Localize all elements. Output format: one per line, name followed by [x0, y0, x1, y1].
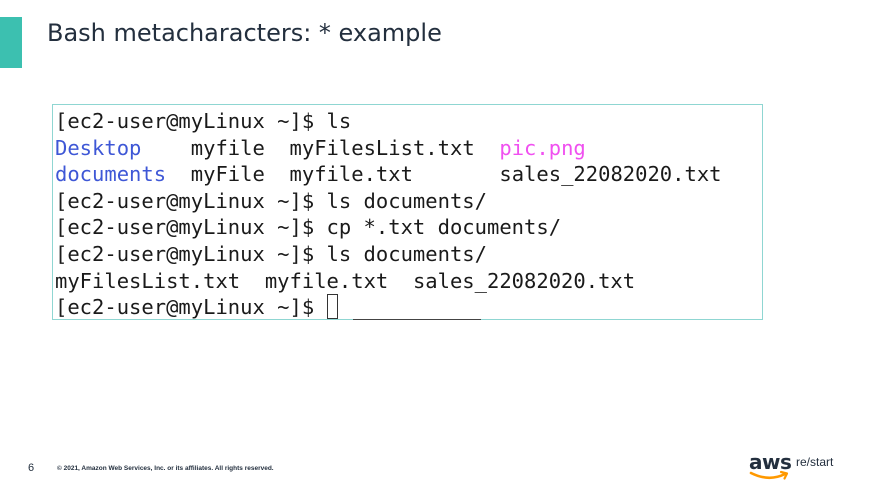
file-entry: myFilesList.txt — [289, 135, 475, 160]
shell-prompt: [ec2-user@myLinux ~]$ — [55, 188, 327, 213]
command-text: ls documents/ — [326, 241, 487, 266]
aws-restart-logo: aws re/start — [749, 450, 849, 484]
terminal-window[interactable]: [ec2-user@myLinux ~]$ ls Desktop myfile … — [52, 104, 763, 320]
title-accent-bar — [0, 17, 22, 68]
terminal-line: [ec2-user@myLinux ~]$ ls — [55, 108, 762, 135]
docs-output-row: myFilesList.txt myfile.txt sales_2208202… — [55, 268, 762, 295]
terminal-line: [ec2-user@myLinux ~]$ cp *.txt documents… — [55, 214, 762, 241]
directory-entry: Desktop — [55, 135, 142, 160]
shell-prompt: [ec2-user@myLinux ~]$ — [55, 295, 327, 320]
shell-prompt: [ec2-user@myLinux ~]$ — [55, 241, 327, 266]
image-file-entry: pic.png — [499, 135, 586, 160]
file-entry: sales_22082020.txt — [412, 268, 636, 293]
command-text: cp *.txt documents/ — [326, 215, 562, 240]
file-entry: myfile.txt — [289, 162, 413, 187]
copyright-notice: © 2021, Amazon Web Services, Inc. or its… — [57, 465, 274, 472]
directory-entry: documents — [55, 162, 167, 187]
shell-prompt: [ec2-user@myLinux ~]$ — [55, 215, 327, 240]
ls-output-row: documents myFile myfile.txt sales_220820… — [55, 161, 762, 188]
terminal-line: [ec2-user@myLinux ~]$ ls documents/ — [55, 241, 762, 268]
shell-prompt: [ec2-user@myLinux ~]$ — [55, 109, 327, 133]
file-entry: myFilesList.txt — [55, 268, 241, 293]
file-entry: myfile — [190, 135, 265, 160]
ls-output-row: Desktop myfile myFilesList.txt pic.png — [55, 135, 762, 162]
cursor-underline — [353, 319, 481, 320]
command-text: ls — [326, 109, 352, 133]
command-text: ls documents/ — [326, 188, 487, 213]
page-number: 6 — [28, 462, 35, 474]
file-entry: sales_22082020.txt — [499, 162, 722, 187]
file-entry: myfile.txt — [264, 268, 389, 293]
restart-logo-text: re/start — [796, 455, 834, 469]
file-entry: myFile — [190, 162, 265, 187]
aws-smile-icon — [749, 470, 789, 480]
terminal-cursor — [326, 294, 338, 319]
slide-title: Bash metacharacters: * example — [47, 19, 442, 47]
terminal-line: [ec2-user@myLinux ~]$ ls documents/ — [55, 188, 762, 215]
terminal-input-line[interactable]: [ec2-user@myLinux ~]$ — [55, 294, 762, 320]
